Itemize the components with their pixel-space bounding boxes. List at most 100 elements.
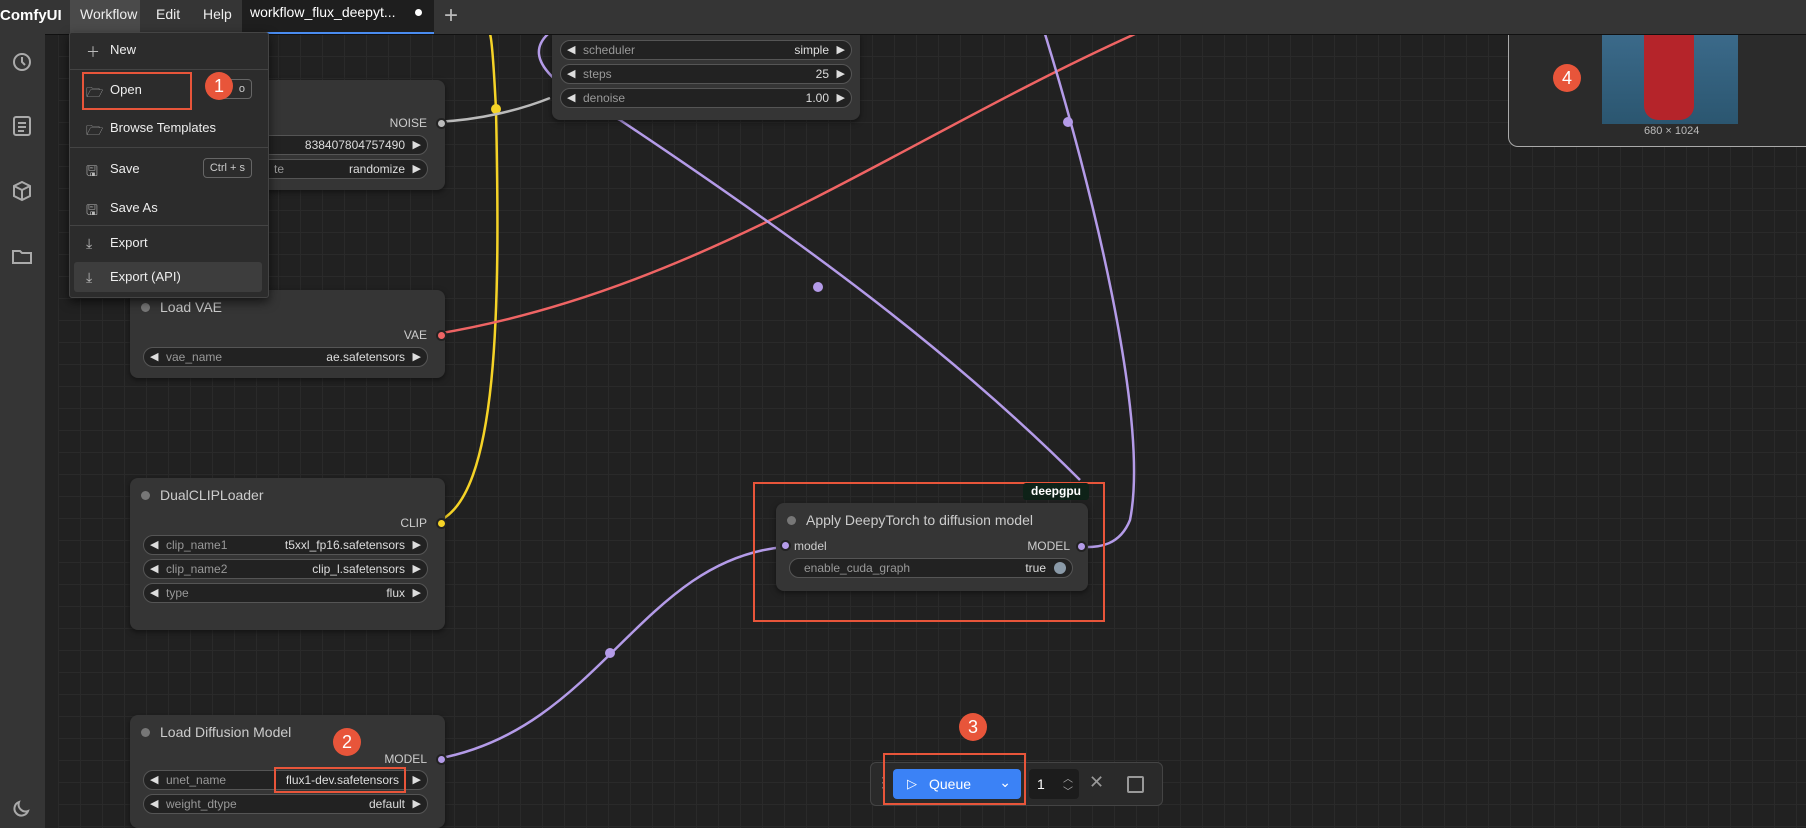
annotation-badge-2: 2	[333, 728, 361, 756]
node-status-dot	[787, 516, 796, 525]
widget-label: steps	[583, 67, 612, 81]
increment-arrow-icon[interactable]: ▶	[837, 43, 845, 56]
weight-dtype-widget[interactable]: ◀ weight_dtype default ▶	[143, 794, 428, 814]
sidebar	[0, 34, 45, 828]
widget-value: default	[368, 797, 405, 811]
cancel-queue-icon[interactable]: ✕	[1089, 772, 1104, 793]
widget-label: type	[166, 586, 189, 600]
model-library-cube-icon[interactable]	[10, 179, 34, 203]
increment-arrow-icon[interactable]: ▶	[413, 797, 421, 810]
load-vae-node[interactable]: Load VAE VAE ◀ vae_name ae.safetensors ▶	[130, 290, 447, 378]
image-preview-panel[interactable]: 680 × 1024	[1508, 34, 1806, 147]
unsaved-indicator-icon[interactable]	[415, 9, 422, 16]
widget-label: unet_name	[166, 773, 227, 787]
new-tab-button[interactable]: +	[444, 2, 458, 30]
increment-arrow-icon[interactable]: ▶	[413, 162, 421, 175]
batch-count-input[interactable]: 1 ︿ ﹀	[1029, 769, 1079, 799]
noise-output-slot[interactable]	[436, 118, 447, 129]
menu-edit[interactable]: Edit	[146, 0, 190, 34]
figure-silhouette	[1644, 34, 1694, 120]
denoise-widget[interactable]: ◀ denoise 1.00 ▶	[560, 88, 852, 108]
model-output-label: MODEL	[384, 752, 427, 766]
increment-arrow-icon[interactable]: ▶	[413, 350, 421, 363]
noise-output-label: NOISE	[389, 116, 427, 130]
vae-output-slot[interactable]	[436, 330, 447, 341]
decrement-arrow-icon[interactable]: ◀	[567, 43, 575, 56]
toggle-knob[interactable]	[1054, 562, 1066, 574]
menu-item-save[interactable]: 🖫 Save Ctrl + s	[74, 154, 262, 184]
clip-name1-widget[interactable]: ◀ clip_name1 t5xxl_fp16.safetensors ▶	[143, 535, 428, 555]
menu-item-export[interactable]: ⤓ Export	[74, 228, 262, 258]
increment-arrow-icon[interactable]: ▶	[837, 67, 845, 80]
node-title: Load VAE	[160, 299, 223, 315]
increment-arrow-icon[interactable]: ▶	[413, 538, 421, 551]
tab-title: workflow_flux_deepyt...	[250, 4, 396, 20]
sampler-node[interactable]: ◀ scheduler simple ▶ ◀ steps 25 ▶ ◀ deno…	[552, 34, 860, 120]
batch-count-value: 1	[1037, 776, 1045, 792]
enable-cuda-graph-toggle[interactable]: enable_cuda_graph true	[789, 558, 1073, 578]
clip-name2-widget[interactable]: ◀ clip_name2 clip_l.safetensors ▶	[143, 559, 428, 579]
preview-image[interactable]	[1602, 34, 1738, 124]
download-icon: ⤓	[86, 269, 93, 285]
widget-value: t5xxl_fp16.safetensors	[284, 538, 405, 552]
clip-link	[435, 33, 499, 524]
widget-value: simple	[794, 43, 829, 57]
clip-output-slot[interactable]	[436, 518, 447, 529]
menu-help[interactable]: Help	[193, 0, 238, 34]
widget-value: 838407804757490	[304, 138, 405, 152]
menu-item-browse-templates[interactable]: 🗁 Browse Templates	[74, 113, 262, 143]
increment-arrow-icon[interactable]: ▶	[413, 586, 421, 599]
menu-item-save-as[interactable]: 🖫 Save As	[74, 193, 262, 223]
node-status-dot	[141, 728, 150, 737]
widget-value: clip_l.safetensors	[312, 562, 405, 576]
decrement-icon[interactable]: ﹀	[1063, 783, 1073, 798]
widget-value: ae.safetensors	[326, 350, 405, 364]
menu-divider	[70, 225, 268, 226]
workflows-folder-icon[interactable]	[10, 244, 34, 268]
menu-item-new[interactable]: ＋ New	[74, 35, 262, 65]
scheduler-widget[interactable]: ◀ scheduler simple ▶	[560, 40, 852, 60]
widget-value: true	[1025, 561, 1046, 575]
decrement-arrow-icon[interactable]: ◀	[150, 773, 158, 786]
node-status-dot	[141, 491, 150, 500]
menu-workflow[interactable]: Workflow	[70, 0, 140, 34]
model-input-slot[interactable]	[780, 540, 791, 551]
decrement-arrow-icon[interactable]: ◀	[150, 350, 158, 363]
menu-item-label: New	[110, 42, 137, 57]
decrement-arrow-icon[interactable]: ◀	[150, 797, 158, 810]
clip-type-widget[interactable]: ◀ type flux ▶	[143, 583, 428, 603]
widget-value: 1.00	[805, 91, 829, 105]
increment-arrow-icon[interactable]: ▶	[837, 91, 845, 104]
plus-icon: ＋	[86, 44, 100, 60]
decrement-arrow-icon[interactable]: ◀	[150, 586, 158, 599]
vae-name-widget[interactable]: ◀ vae_name ae.safetensors ▶	[143, 347, 428, 367]
image-size-label: 680 × 1024	[1644, 125, 1700, 137]
history-icon[interactable]	[10, 50, 34, 74]
apply-deepytorch-node[interactable]: Apply DeepyTorch to diffusion model mode…	[776, 503, 1088, 591]
node-title: Load Diffusion Model	[160, 724, 292, 740]
widget-label: enable_cuda_graph	[804, 561, 911, 575]
stop-icon[interactable]	[1127, 776, 1144, 793]
decrement-arrow-icon[interactable]: ◀	[567, 67, 575, 80]
decrement-arrow-icon[interactable]: ◀	[150, 562, 158, 575]
dual-clip-loader-node[interactable]: DualCLIPLoader CLIP ◀ clip_name1 t5xxl_f…	[130, 478, 447, 630]
increment-arrow-icon[interactable]: ▶	[413, 773, 421, 786]
model-output-slot[interactable]	[1076, 541, 1087, 552]
save-icon: 🖫	[86, 163, 98, 179]
increment-arrow-icon[interactable]: ▶	[413, 562, 421, 575]
menu-item-export-api[interactable]: ⤓ Export (API)	[74, 262, 262, 292]
model-link-2-midpoint	[1063, 117, 1073, 127]
workflow-tab[interactable]: workflow_flux_deepyt...	[242, 0, 434, 34]
theme-moon-icon[interactable]	[10, 796, 34, 820]
vae-output-label: VAE	[403, 328, 427, 342]
steps-widget[interactable]: ◀ steps 25 ▶	[560, 64, 852, 84]
decrement-arrow-icon[interactable]: ◀	[150, 538, 158, 551]
increment-arrow-icon[interactable]: ▶	[413, 138, 421, 151]
queue-list-icon[interactable]	[10, 114, 34, 138]
widget-label: weight_dtype	[166, 797, 237, 811]
widget-value: 25	[815, 67, 829, 81]
model-output-slot[interactable]	[436, 754, 447, 765]
widget-value: randomize	[348, 162, 405, 176]
deepgpu-badge: deepgpu	[1023, 483, 1089, 500]
decrement-arrow-icon[interactable]: ◀	[567, 91, 575, 104]
